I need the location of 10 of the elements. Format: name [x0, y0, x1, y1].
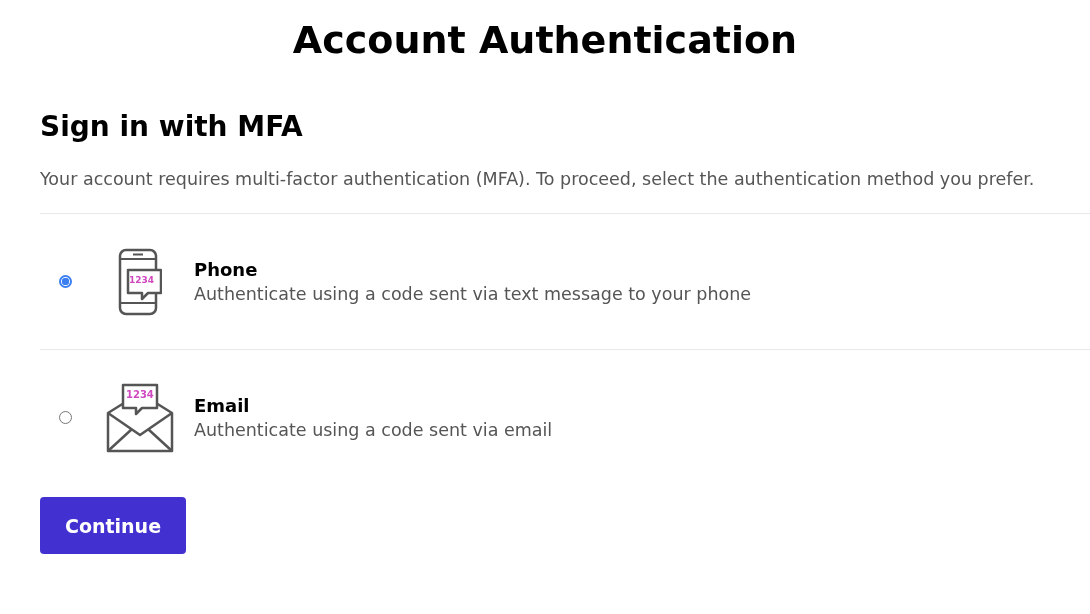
section-heading: Sign in with MFA	[40, 109, 303, 145]
code-text: 1234	[129, 273, 155, 286]
option-label: Phone	[194, 257, 258, 282]
option-description: Authenticate using a code sent via email	[194, 418, 553, 442]
continue-button[interactable]: Continue	[40, 497, 186, 554]
option-label: Email	[194, 393, 250, 418]
description: Your account requires multi-factor authentication (MFA). To proceed, select the authentication method you prefer.	[40, 168, 1036, 191]
page-title: Account Authentication	[291, 17, 799, 63]
option-description: Authenticate using a code sent via text message to your phone	[194, 282, 752, 306]
code-text: 1234	[126, 388, 154, 401]
